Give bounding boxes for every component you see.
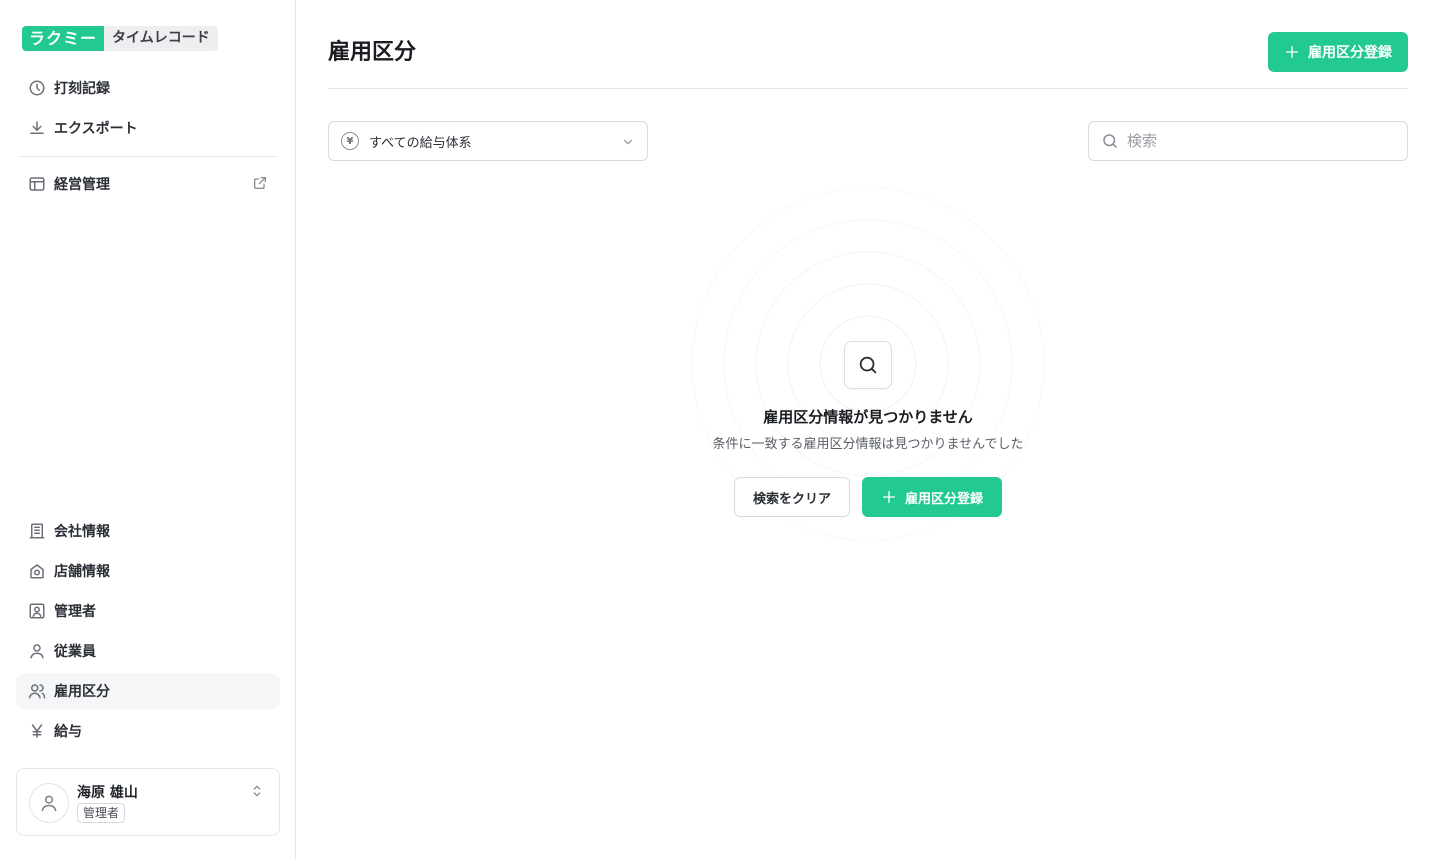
- add-employment-type-button[interactable]: 雇用区分登録: [1268, 32, 1408, 72]
- sidebar-item-employment-types[interactable]: 雇用区分: [16, 673, 280, 709]
- button-label: 雇用区分登録: [1308, 45, 1392, 61]
- admin-icon: [28, 602, 46, 620]
- sidebar-item-label: 会社情報: [54, 524, 110, 540]
- sidebar-item-employees[interactable]: 従業員: [16, 633, 280, 669]
- search-box[interactable]: [1088, 121, 1408, 161]
- sidebar-divider: [20, 156, 276, 157]
- search-icon: [1101, 132, 1119, 150]
- sidebar-item-label: 給与: [54, 724, 82, 740]
- select-value: すべての給与体系: [369, 135, 472, 151]
- plus-icon: [1284, 44, 1300, 60]
- store-icon: [28, 562, 46, 580]
- empty-state-title: 雇用区分情報が見つかりません: [763, 408, 973, 426]
- user-icon: [28, 642, 46, 660]
- chevron-up-down-icon[interactable]: [249, 783, 265, 803]
- users-icon: [28, 682, 46, 700]
- sidebar-item-label: 雇用区分: [54, 684, 110, 700]
- app-logo[interactable]: ラクミー タイムレコード: [22, 26, 218, 51]
- sidebar: ラクミー タイムレコード 打刻記録 エクスポート 経営管理 会社情報 店舗情報 …: [0, 0, 296, 860]
- user-menu[interactable]: 海原 雄山 管理者: [16, 768, 280, 836]
- button-label: 雇用区分登録: [904, 491, 983, 507]
- chevron-down-icon: [621, 134, 635, 153]
- sidebar-item-label: 経営管理: [54, 177, 110, 193]
- external-link-icon: [252, 175, 268, 195]
- sidebar-item-management[interactable]: 経営管理: [16, 166, 280, 202]
- main-content: 雇用区分 雇用区分登録 ¥ すべての給与体系 雇用区分情報が見つかりません 条件…: [296, 0, 1440, 860]
- sidebar-item-company[interactable]: 会社情報: [16, 513, 280, 549]
- sidebar-item-store[interactable]: 店舗情報: [16, 553, 280, 589]
- page-title: 雇用区分: [328, 40, 417, 65]
- user-avatar-icon: [41, 795, 57, 812]
- sidebar-item-label: エクスポート: [54, 121, 138, 137]
- user-name: 海原 雄山: [77, 785, 138, 801]
- header-divider: [328, 88, 1408, 89]
- logo-product: タイムレコード: [104, 26, 218, 51]
- sidebar-item-admins[interactable]: 管理者: [16, 593, 280, 629]
- building-icon: [28, 522, 46, 540]
- sidebar-item-label: 管理者: [54, 604, 96, 620]
- yen-circle-icon: ¥: [341, 132, 359, 150]
- yen-icon: [28, 722, 46, 740]
- button-label: 検索をクリア: [752, 491, 831, 507]
- search-input[interactable]: [1127, 132, 1387, 150]
- empty-add-employment-type-button[interactable]: 雇用区分登録: [862, 477, 1002, 517]
- empty-search-icon: [844, 341, 892, 389]
- sidebar-item-label: 店舗情報: [54, 564, 110, 580]
- layout-icon: [28, 175, 46, 193]
- sidebar-item-label: 打刻記録: [54, 81, 110, 97]
- download-icon: [28, 119, 46, 137]
- plus-icon: [881, 489, 897, 505]
- logo-brand: ラクミー: [22, 26, 105, 51]
- avatar: [29, 783, 69, 823]
- clock-icon: [28, 79, 46, 97]
- salary-system-select[interactable]: ¥ すべての給与体系: [328, 121, 648, 161]
- sidebar-item-salary[interactable]: 給与: [16, 713, 280, 749]
- sidebar-item-export[interactable]: エクスポート: [16, 110, 280, 146]
- sidebar-item-label: 従業員: [54, 644, 96, 660]
- user-role-badge: 管理者: [77, 803, 126, 823]
- empty-state-description: 条件に一致する雇用区分情報は見つかりませんでした: [712, 437, 1024, 452]
- sidebar-item-time-records[interactable]: 打刻記録: [16, 70, 280, 106]
- clear-search-button[interactable]: 検索をクリア: [734, 477, 850, 517]
